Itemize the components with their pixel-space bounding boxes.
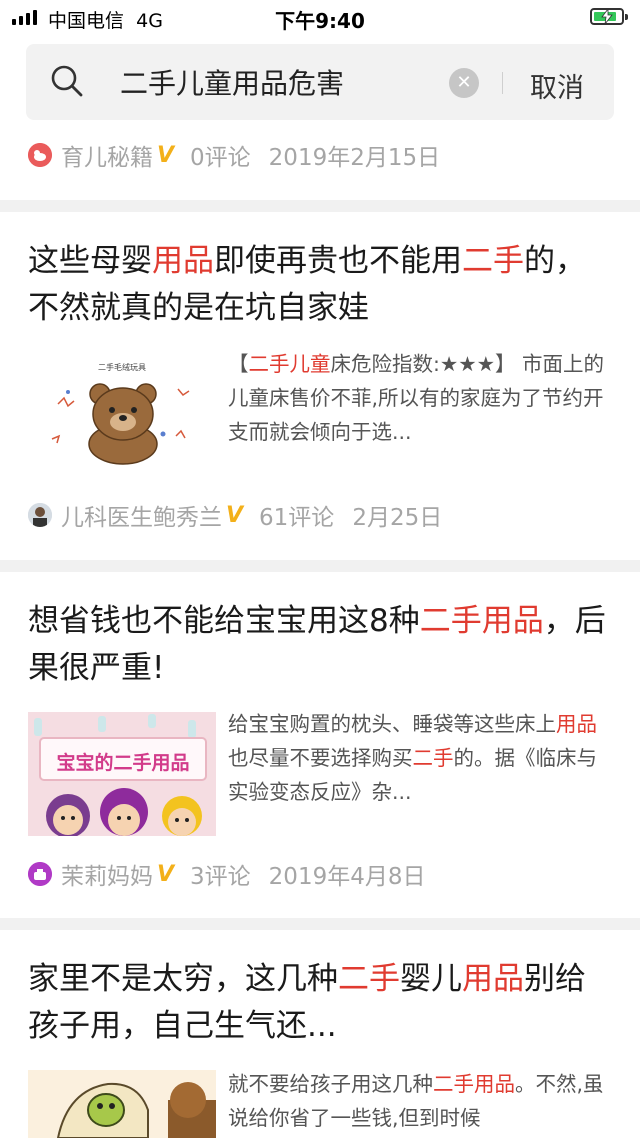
article-snippet: 【二手儿童床危险指数:★★★】 市面上的儿童床售价不菲,所以有的家庭为了节约开支… — [228, 352, 605, 444]
search-icon — [51, 65, 83, 97]
thumbnail-caption: 二手毛绒玩具 — [98, 363, 146, 372]
verified-badge-icon: V — [157, 861, 175, 887]
author-name[interactable]: 育儿秘籍 — [61, 138, 153, 172]
separator — [0, 200, 640, 212]
author-name[interactable]: 茉莉妈妈 — [61, 857, 153, 891]
thumbnail-caption: 宝宝的二手用品 — [56, 752, 190, 774]
result-meta: 儿科医生鲍秀兰 V 61评论 2月25日 — [28, 498, 443, 532]
author-avatar[interactable] — [28, 862, 52, 886]
comment-count: 0评论 — [190, 145, 251, 171]
separator — [0, 560, 640, 572]
article-title[interactable]: 想省钱也不能给宝宝用这8种二手用品，后果很严重! — [28, 598, 612, 692]
publish-date: 2月25日 — [352, 505, 443, 531]
result-meta: 茉莉妈妈 V 3评论 2019年4月8日 — [28, 857, 426, 891]
publish-date: 2019年4月8日 — [268, 864, 426, 890]
comment-count: 3评论 — [190, 864, 251, 890]
search-divider — [502, 72, 503, 94]
article-snippet: 就不要给孩子用这几种二手用品。不然,虽说给你省了一些钱,但到时候 — [228, 1072, 604, 1130]
search-bar[interactable]: 二手儿童用品危害 ✕ 取消 — [26, 44, 614, 120]
clock: 下午9:40 — [275, 9, 365, 33]
verified-badge-icon: V — [157, 142, 175, 168]
cartoon-illustration — [28, 1070, 216, 1138]
status-bar: 中国电信 4G 下午9:40 — [0, 0, 640, 36]
result-meta: 育儿秘籍 V 0评论 2019年2月15日 — [28, 138, 441, 172]
article-snippet: 给宝宝购置的枕头、睡袋等这些床上用品也尽量不要选择购买二手的。据《临床与实验变态… — [228, 712, 597, 804]
verified-badge-icon: V — [226, 502, 244, 528]
author-name[interactable]: 儿科医生鲍秀兰 — [61, 498, 222, 532]
comment-count: 61评论 — [259, 505, 335, 531]
article-thumbnail[interactable]: 宝宝的二手用品 — [28, 712, 216, 836]
article-thumbnail[interactable] — [28, 1070, 216, 1138]
cancel-button[interactable]: 取消 — [530, 66, 584, 105]
author-avatar[interactable] — [28, 143, 52, 167]
search-input[interactable]: 二手儿童用品危害 — [120, 62, 344, 102]
article-title[interactable]: 家里不是太穷，这几种二手婴儿用品别给孩子用，自己生气还... — [28, 956, 612, 1050]
battery-icon — [590, 8, 628, 25]
separator — [0, 918, 640, 930]
clear-icon[interactable]: ✕ — [449, 68, 479, 98]
article-thumbnail[interactable]: 二手毛绒玩具 — [28, 344, 216, 468]
publish-date: 2019年2月15日 — [268, 145, 441, 171]
article-title[interactable]: 这些母婴用品即使再贵也不能用二手的，不然就真的是在坑自家娃 — [28, 238, 612, 332]
author-avatar[interactable] — [28, 503, 52, 527]
